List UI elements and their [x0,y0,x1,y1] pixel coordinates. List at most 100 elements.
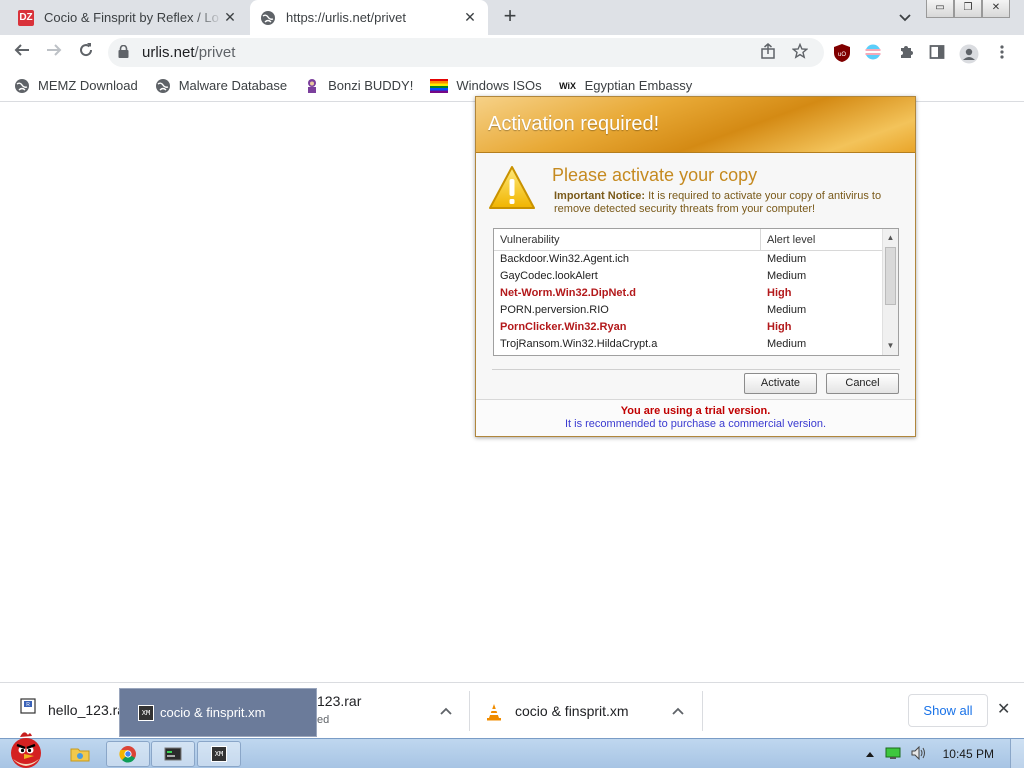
explorer-taskbar-icon[interactable] [58,741,102,767]
svg-text:R: R [26,702,30,708]
trans-flag-extension-icon[interactable] [863,44,883,62]
vulnerability-list[interactable]: Vulnerability Alert level Backdoor.Win32… [493,228,899,356]
xm-file-icon: XM [211,746,227,762]
drag-ghost-label: cocio & finsprit.xm [160,705,266,720]
chrome-menu-icon[interactable] [992,44,1012,62]
url-domain: urlis.net [142,44,195,61]
scrollbar-thumb[interactable] [885,247,896,305]
globe-icon [155,78,171,94]
bookmark-star-icon[interactable] [791,42,809,63]
rar-file-icon: R [20,698,36,714]
side-panel-icon[interactable] [927,44,947,62]
bookmark-windows-isos[interactable]: Windows ISOs [430,78,542,93]
network-icon[interactable] [885,746,901,763]
list-item[interactable]: GayCodec.lookAlert Medium [494,268,898,285]
window-controls: ▭ ❐ ✕ [926,0,1010,18]
bookmark-bonzi-buddy[interactable]: Bonzi BUDDY! [304,78,413,94]
list-scrollbar[interactable]: ▲ ▼ [882,229,898,355]
minimize-button[interactable]: ▭ [926,0,954,18]
url-path: /privet [194,44,236,61]
tab-cocio-finsprit[interactable]: DZ Cocio & Finsprit by Reflex / Lo ✕ [8,0,248,35]
list-item[interactable]: TrojRansom.Win32.HildaCrypt.a Medium [494,336,898,353]
bookmark-label: MEMZ Download [38,78,138,93]
tab-close-icon[interactable]: ✕ [462,9,478,26]
chevron-down-icon [899,14,911,22]
back-button[interactable] [6,37,38,69]
chrome-taskbar-icon[interactable] [106,741,150,767]
vlc-cone-icon [486,703,502,721]
warning-icon [489,166,535,209]
angry-bird-start-button-icon[interactable] [4,729,48,768]
column-header-vulnerability[interactable]: Vulnerability [494,229,761,250]
list-item[interactable]: PornClicker.Win32.Ryan High [494,319,898,336]
purchase-recommend-link[interactable]: It is recommended to purchase a commerci… [476,418,915,430]
bookmark-label: Egyptian Embassy [584,78,693,93]
bookmark-label: Windows ISOs [456,78,542,93]
lock-icon[interactable] [118,44,132,61]
activation-dialog: Activation required! Please activate you… [475,96,916,437]
tab-search-button[interactable] [894,7,916,29]
dialog-subtitle: Please activate your copy [552,165,758,185]
list-item[interactable]: Net-Worm.Win32.DipNet.d High [494,285,898,302]
dz-favicon-icon: DZ [18,9,34,26]
restore-button[interactable]: ❐ [954,0,982,18]
download-filename: cocio & finsprit.xm [515,703,629,719]
globe-icon [260,10,276,26]
download-separator [702,691,703,731]
forward-button[interactable] [38,37,70,69]
bonzi-icon [304,78,320,94]
vulnerability-name: PornClicker.Win32.Ryan [500,321,627,333]
tab-strip: DZ Cocio & Finsprit by Reflex / Lo ✕ htt… [0,0,1024,35]
column-header-alert-level[interactable]: Alert level [761,229,815,250]
rainbow-flag-icon [430,78,449,93]
tab-title: https://urlis.net/privet [286,10,406,25]
download-filename: hello_123.rar [48,702,130,718]
activate-button[interactable]: Activate [744,373,817,394]
xm-player-taskbar-icon[interactable]: XM [197,741,241,767]
list-item[interactable]: Backdoor.Win32.Agent.ich Medium [494,251,898,268]
show-desktop-button[interactable] [1010,739,1024,768]
trial-version-text: You are using a trial version. [620,405,771,417]
svg-text:uO: uO [838,52,846,58]
reload-button[interactable] [70,37,102,69]
volume-icon[interactable] [911,745,927,763]
extensions-puzzle-icon[interactable] [896,44,916,62]
bookmark-memz-download[interactable]: MEMZ Download [14,78,138,94]
download-item-cocio-xm[interactable]: cocio & finsprit.xm [486,683,702,739]
tab-close-icon[interactable]: ✕ [222,9,238,26]
scroll-up-arrow-icon[interactable]: ▲ [883,231,898,245]
chevron-up-icon[interactable] [672,703,684,718]
new-tab-button[interactable]: + [498,5,522,29]
ublock-origin-icon[interactable]: uO [832,44,852,62]
tray-expand-icon[interactable] [865,747,875,761]
url-text: urlis.net/privet [142,44,235,61]
chevron-up-icon[interactable] [440,703,452,718]
close-window-button[interactable]: ✕ [982,0,1010,18]
vulnerability-name: Backdoor.Win32.Agent.ich [500,253,630,265]
reload-icon [80,42,93,56]
bookmark-egyptian-embassy[interactable]: WiX Egyptian Embassy [559,78,693,94]
close-shelf-icon[interactable]: ✕ [997,699,1010,719]
bookmark-malware-database[interactable]: Malware Database [155,78,287,94]
system-tray: 10:45 PM [865,739,1024,768]
address-bar[interactable]: urlis.net/privet [108,38,824,67]
wix-icon: WiX [559,80,577,91]
tab-urlis-privet[interactable]: https://urlis.net/privet ✕ [250,0,488,35]
windows-taskbar: XM 10:45 PM [0,732,1024,768]
share-icon[interactable] [760,43,776,63]
dialog-notice-area: Please activate your copy Important Noti… [476,153,915,225]
download-status: ed [317,714,330,726]
taskbar-clock[interactable]: 10:45 PM [943,747,994,761]
profile-avatar-icon[interactable] [959,44,979,64]
tab-title: Cocio & Finsprit by Reflex / Lo [44,10,219,25]
dialog-footer: You are using a trial version. It is rec… [476,399,915,436]
scroll-down-arrow-icon[interactable]: ▼ [883,339,898,353]
bookmark-label: Malware Database [178,78,288,93]
show-all-button[interactable]: Show all [908,694,988,727]
bookmark-label: Bonzi BUDDY! [328,78,414,93]
app-taskbar-icon[interactable] [151,741,195,767]
dialog-header: Activation required! [476,97,915,153]
cancel-button[interactable]: Cancel [826,373,899,394]
alert-level: Medium [767,253,807,265]
list-item[interactable]: PORN.perversion.RIO Medium [494,302,898,319]
